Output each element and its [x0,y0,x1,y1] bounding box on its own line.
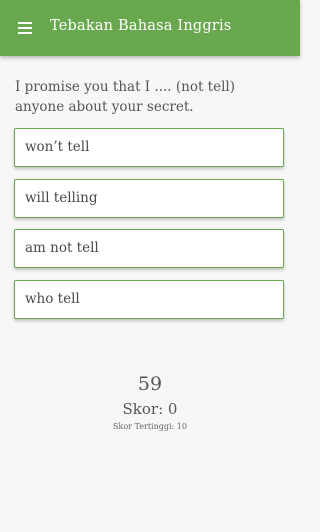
answer-option-4[interactable]: who tell [14,280,284,319]
score-label: Skor: 0 [122,400,178,418]
app-bar: Tebakan Bahasa Inggris [0,0,300,56]
answer-option-label: will telling [25,190,98,206]
app-title: Tebakan Bahasa Inggris [50,18,232,34]
answer-option-label: am not tell [25,240,99,256]
hamburger-menu-icon[interactable] [18,22,32,34]
answer-option-1[interactable]: won’t tell [14,128,284,167]
answer-option-label: won’t tell [25,139,90,155]
question-text: I promise you that I .... (not tell) any… [15,79,236,115]
answer-option-3[interactable]: am not tell [14,229,284,268]
high-score-label: Skor Tertinggi: 10 [113,422,187,431]
answer-option-2[interactable]: will telling [14,179,284,218]
answer-option-label: who tell [25,291,80,307]
countdown-timer: 59 [137,373,163,395]
